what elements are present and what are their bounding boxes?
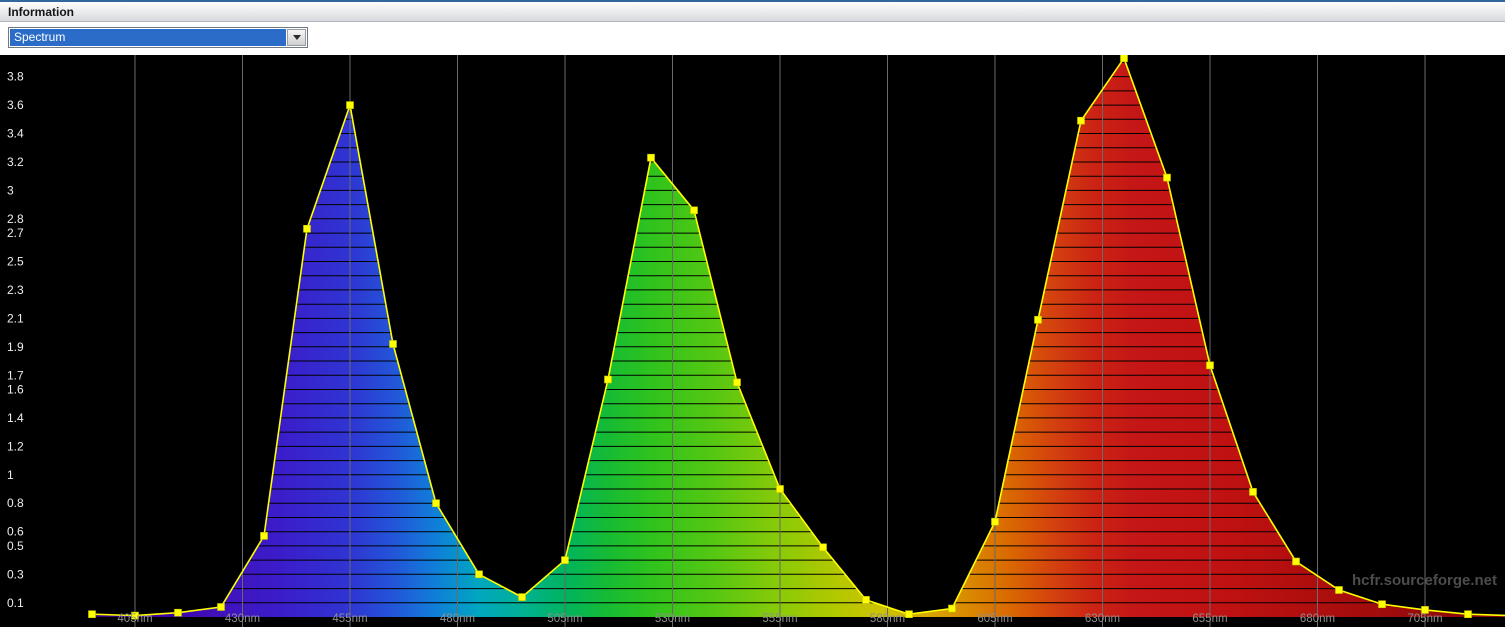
watermark: hcfr.sourceforge.net [1352,572,1497,589]
svg-text:1.6: 1.6 [7,383,24,397]
combobox-dropdown-button[interactable] [287,29,306,46]
spectrum-chart: 3.8 3.6 3.4 3.2 3 2.82.7 2.5 2.3 2.1 1.9 1.71.6 1.4… [0,55,1505,627]
svg-text:2.5: 2.5 [7,255,24,269]
combobox-selected-value[interactable]: Spectrum [10,29,286,46]
y-axis-labels: 3.8 3.6 3.4 3.2 3 2.82.7 2.5 2.3 2.1 1.9 1.71.6 1.4… [7,70,24,610]
svg-text:430nm: 430nm [225,613,260,625]
svg-text:3.8: 3.8 [7,70,24,84]
svg-text:3.4: 3.4 [7,127,24,141]
svg-text:480nm: 480nm [440,613,475,625]
svg-text:630nm: 630nm [1085,613,1120,625]
svg-text:1.2: 1.2 [7,439,24,453]
svg-text:455nm: 455nm [332,613,367,625]
svg-text:3: 3 [7,183,14,197]
svg-text:605nm: 605nm [977,613,1012,625]
svg-text:405nm: 405nm [117,613,152,625]
view-combobox[interactable]: Spectrum [8,27,308,48]
chevron-down-icon [293,35,301,40]
information-window: Information Spectrum 3.8 3.6 3.4 3.2 3 2.82.7… [0,0,1505,627]
svg-text:2.3: 2.3 [7,283,24,297]
svg-text:2.1: 2.1 [7,311,24,325]
svg-text:3.2: 3.2 [7,155,24,169]
svg-text:580nm: 580nm [870,613,905,625]
toolbar: Spectrum [0,22,1505,55]
svg-text:680nm: 680nm [1300,613,1335,625]
svg-text:0.3: 0.3 [7,567,24,581]
svg-text:1.9: 1.9 [7,340,24,354]
svg-text:555nm: 555nm [762,613,797,625]
spectrum-fill [92,58,1505,617]
svg-text:0.5: 0.5 [7,539,24,553]
svg-text:2.7: 2.7 [7,226,24,240]
svg-text:530nm: 530nm [655,613,690,625]
svg-text:1.4: 1.4 [7,411,24,425]
svg-text:1.7: 1.7 [7,368,24,382]
spectrum-svg: 3.8 3.6 3.4 3.2 3 2.82.7 2.5 2.3 2.1 1.9 1.71.6 1.4… [0,55,1505,627]
svg-text:3.6: 3.6 [7,98,24,112]
window-title: Information [8,5,74,19]
svg-text:1: 1 [7,468,14,482]
svg-text:655nm: 655nm [1192,613,1227,625]
svg-text:0.6: 0.6 [7,525,24,539]
svg-text:0.1: 0.1 [7,596,24,610]
svg-text:705nm: 705nm [1407,613,1442,625]
titlebar: Information [0,0,1505,22]
svg-text:505nm: 505nm [547,613,582,625]
svg-text:2.8: 2.8 [7,212,24,226]
svg-text:0.8: 0.8 [7,496,24,510]
